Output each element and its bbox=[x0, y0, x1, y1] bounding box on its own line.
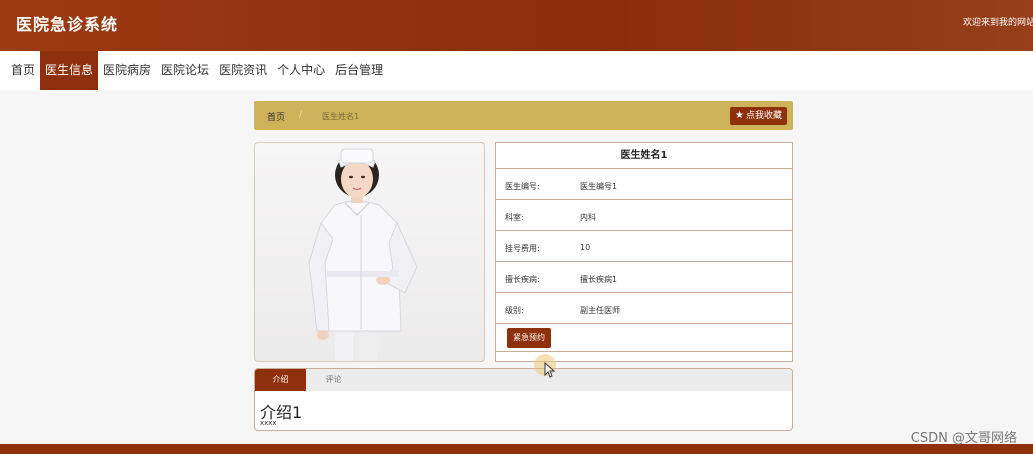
info-label: 级别: bbox=[505, 306, 524, 315]
info-value: 副主任医师 bbox=[580, 306, 620, 315]
watermark: CSDN @文哥网络 bbox=[910, 431, 1017, 446]
nav-item-admin[interactable]: 后台管理 bbox=[330, 51, 388, 90]
info-row-fee: 挂号费用: 10 bbox=[496, 231, 792, 262]
info-label: 擅长疾病: bbox=[505, 275, 540, 284]
info-label: 挂号费用: bbox=[505, 244, 540, 253]
info-label: 医生编号: bbox=[505, 182, 540, 191]
favorite-button-label: 点我收藏 bbox=[745, 111, 782, 121]
info-value: 内科 bbox=[580, 213, 596, 222]
welcome-text: 欢迎来到我的网站 bbox=[963, 18, 1033, 28]
breadcrumb-home-link[interactable]: 首页 bbox=[267, 110, 285, 123]
info-row-specialty: 擅长疾病: 擅长疾病1 bbox=[496, 262, 792, 293]
nav-item-forum[interactable]: 医院论坛 bbox=[156, 51, 214, 90]
emergency-reserve-button[interactable]: 紧急预约 bbox=[507, 328, 551, 348]
breadcrumb: 首页 / 医生姓名1 ★ 点我收藏 bbox=[254, 101, 793, 130]
nav-item-news[interactable]: 医院资讯 bbox=[214, 51, 272, 90]
doctor-photo bbox=[254, 142, 485, 362]
breadcrumb-current: 医生姓名1 bbox=[322, 112, 360, 121]
info-row-department: 科室: 内科 bbox=[496, 200, 792, 231]
doctor-info-panel: 医生姓名1 医生编号: 医生编号1 科室: 内科 挂号费用: 10 擅长疾病: … bbox=[495, 142, 793, 362]
footer-bar bbox=[0, 444, 1033, 454]
site-title[interactable]: 医院急诊系统 bbox=[16, 11, 118, 35]
breadcrumb-separator: / bbox=[299, 110, 303, 120]
nav-item-doctor-info[interactable]: 医生信息 bbox=[40, 51, 99, 90]
info-row-actions: 紧急预约 bbox=[496, 324, 792, 352]
nav-item-home[interactable]: 首页 bbox=[6, 51, 40, 90]
info-value: 10 bbox=[580, 243, 591, 252]
site-header: 医院急诊系统 欢迎来到我的网站 bbox=[0, 0, 1033, 51]
info-value: 医生编号1 bbox=[580, 182, 618, 191]
info-row-doctor-id: 医生编号: 医生编号1 bbox=[496, 169, 792, 200]
tab-intro[interactable]: 介绍 bbox=[255, 369, 306, 391]
nav-item-personal-center[interactable]: 个人中心 bbox=[272, 51, 330, 90]
info-label: 科室: bbox=[505, 213, 524, 222]
nav-item-wards[interactable]: 医院病房 bbox=[98, 51, 156, 90]
tab-comments[interactable]: 评论 bbox=[311, 369, 356, 391]
star-icon: ★ bbox=[735, 110, 744, 121]
mouse-cursor-icon bbox=[544, 362, 556, 378]
nurse-photo bbox=[308, 148, 418, 361]
intro-text: xxxx bbox=[260, 419, 277, 427]
favorite-button[interactable]: ★ 点我收藏 bbox=[730, 107, 787, 125]
tab-header: 介绍 评论 bbox=[255, 369, 792, 391]
detail-tabs: 介绍 评论 介绍1 xxxx bbox=[254, 368, 793, 431]
main-nav: 首页 医生信息 医院病房 医院论坛 医院资讯 个人中心 后台管理 bbox=[0, 51, 1033, 90]
doctor-name: 医生姓名1 bbox=[496, 143, 792, 169]
info-value: 擅长疾病1 bbox=[580, 275, 618, 284]
info-row-level: 级别: 副主任医师 bbox=[496, 293, 792, 324]
